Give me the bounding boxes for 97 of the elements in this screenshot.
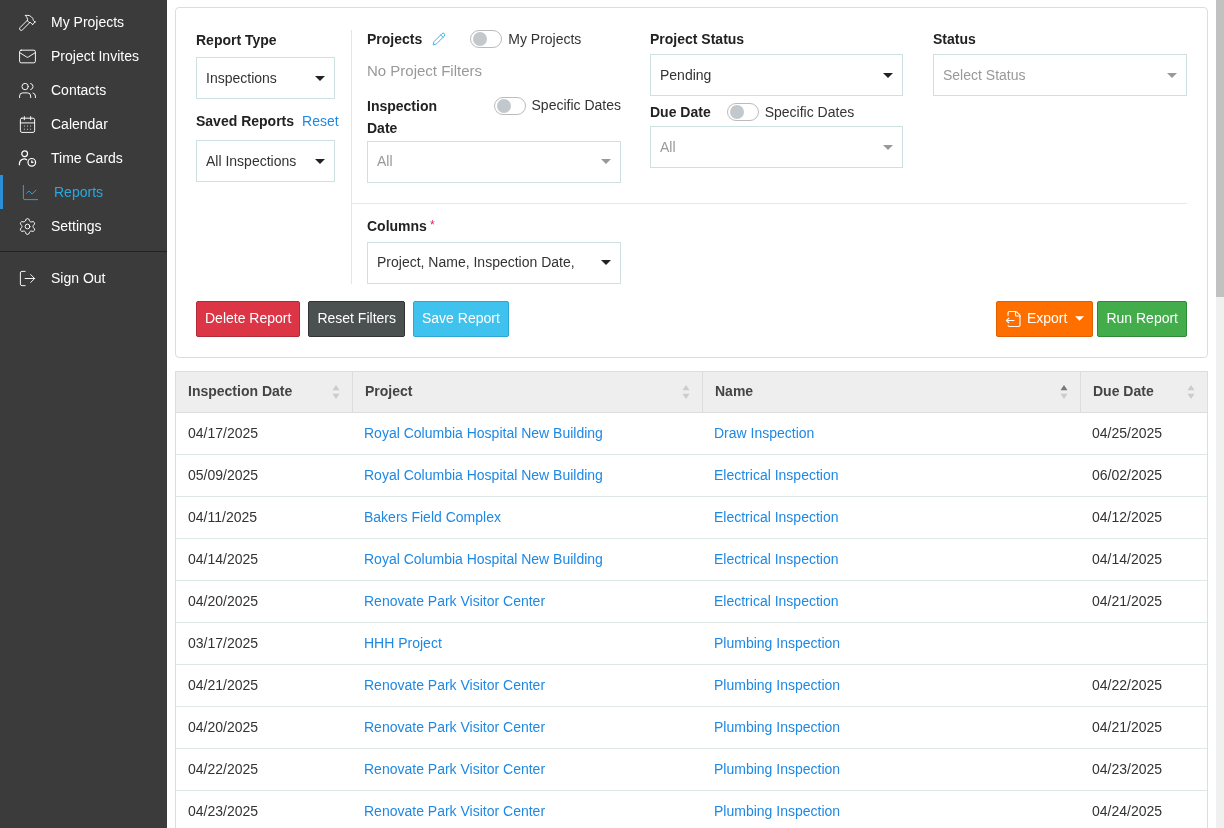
table-link[interactable]: Electrical Inspection — [714, 506, 839, 528]
table-cell-text: 04/21/2025 — [1092, 591, 1163, 611]
export-button[interactable]: Export — [995, 300, 1094, 337]
dropdown-field[interactable]: All Inspections — [196, 140, 335, 182]
table-cell-text: 04/11/2025 — [188, 507, 258, 527]
hammer-icon — [18, 12, 37, 32]
table-cell-text: 06/02/2025 — [1092, 465, 1163, 485]
caret-icon — [1167, 72, 1177, 78]
dropdown-field[interactable]: Project, Name, Inspection Date, — [367, 241, 621, 284]
caret-icon — [601, 260, 611, 265]
column-header[interactable]: Project — [352, 371, 702, 412]
reset-link[interactable]: Reset — [302, 111, 339, 132]
caret-icon — [883, 144, 893, 150]
person-clock-icon — [18, 148, 37, 168]
caret-icon — [1075, 316, 1085, 321]
table-link[interactable]: Royal Columbia Hospital New Building — [364, 422, 603, 444]
table-link[interactable]: Royal Columbia Hospital New Building — [364, 464, 603, 486]
table-cell-text: 04/24/2025 — [1092, 801, 1163, 821]
column-header[interactable]: Inspection Date — [176, 371, 352, 412]
file-export-icon — [1004, 309, 1023, 328]
action-button[interactable]: Save Report — [412, 300, 509, 337]
table-link[interactable]: HHH Project — [364, 632, 442, 654]
sidebar-item[interactable]: Project Invites — [0, 39, 167, 73]
table-cell-text: 04/22/2025 — [1092, 675, 1163, 695]
table-link[interactable]: Renovate Park Visitor Center — [364, 590, 546, 612]
table-link[interactable]: Electrical Inspection — [714, 548, 839, 570]
edit-icon[interactable] — [432, 32, 447, 46]
table-link[interactable]: Plumbing Inspection — [714, 758, 841, 780]
toggle-switch[interactable] — [470, 30, 503, 48]
field-label: Inspection Date — [367, 96, 438, 138]
table-link[interactable]: Electrical Inspection — [714, 464, 839, 486]
sidebar-item[interactable]: Settings — [0, 209, 167, 243]
dropdown-field[interactable]: Select Status — [933, 54, 1187, 96]
dropdown-field[interactable]: All — [367, 140, 621, 183]
table-link[interactable]: Bakers Field Complex — [364, 506, 501, 528]
table-link[interactable]: Renovate Park Visitor Center — [364, 800, 546, 822]
dropdown-field[interactable]: Inspections — [196, 57, 335, 99]
sidebar-item[interactable]: Calendar — [0, 107, 167, 141]
field-label: Saved Reports — [196, 112, 295, 131]
table-cell-text: 04/23/2025 — [1092, 759, 1163, 779]
table-link[interactable]: Draw Inspection — [714, 422, 815, 444]
field-label: Report Type — [196, 31, 278, 50]
column-header[interactable]: Name — [702, 371, 1080, 412]
table-link[interactable]: Plumbing Inspection — [714, 800, 841, 822]
sign-out-icon — [18, 268, 37, 288]
table-cell-text: 04/25/2025 — [1092, 423, 1163, 443]
table-link[interactable]: Royal Columbia Hospital New Building — [364, 548, 603, 570]
toggle-switch[interactable] — [493, 96, 526, 115]
line-chart-icon — [21, 182, 40, 202]
table-cell-text: 04/17/2025 — [188, 423, 259, 443]
table-cell-text: 04/21/2025 — [1092, 717, 1163, 737]
caret-icon — [315, 158, 325, 164]
action-button[interactable]: Delete Report — [196, 300, 301, 337]
column-header[interactable]: Due Date — [1080, 371, 1207, 412]
table-cell-text: 04/23/2025 — [188, 801, 259, 821]
required-mark: * — [429, 216, 435, 234]
settings-icon — [18, 216, 37, 236]
action-button[interactable]: Run Report — [1097, 300, 1187, 337]
table-cell-text: 04/22/2025 — [188, 759, 259, 779]
sidebar-item[interactable]: Contacts — [0, 73, 167, 107]
toggle-label: Specific Dates — [764, 102, 855, 122]
table-cell-text: 04/20/2025 — [188, 717, 259, 737]
action-button[interactable]: Reset Filters — [308, 300, 405, 337]
field-label: Project Status — [650, 30, 746, 48]
table-link[interactable]: Plumbing Inspection — [714, 716, 841, 738]
table-cell-text: 03/17/2025 — [188, 633, 259, 653]
table-link[interactable]: Plumbing Inspection — [714, 632, 841, 654]
table-cell-text: 04/14/2025 — [188, 549, 259, 569]
field-label: Projects — [367, 29, 423, 49]
field-label: Status — [933, 30, 977, 48]
sidebar-item[interactable]: Sign Out — [0, 261, 167, 295]
table-link[interactable]: Electrical Inspection — [714, 590, 839, 612]
dropdown-field[interactable]: All — [650, 126, 903, 168]
sidebar-item[interactable]: My Projects — [0, 5, 167, 39]
caret-icon — [315, 75, 325, 81]
toggle-label: My Projects — [508, 29, 582, 49]
caret-icon — [601, 159, 611, 164]
table-link[interactable]: Renovate Park Visitor Center — [364, 758, 546, 780]
caret-icon — [883, 72, 893, 78]
table-cell-text: 04/21/2025 — [188, 675, 259, 695]
field-label: Columns — [367, 216, 427, 236]
toggle-switch[interactable] — [726, 103, 759, 121]
table-cell-text: 04/12/2025 — [1092, 507, 1163, 527]
dropdown-field[interactable]: Pending — [650, 54, 903, 96]
empty-filter-note: No Project Filters — [367, 61, 484, 81]
table-cell-text: 05/09/2025 — [188, 465, 259, 485]
toggle-label: Specific Dates — [531, 96, 621, 115]
calendar-icon — [18, 114, 37, 134]
table-cell-text: 04/14/2025 — [1092, 549, 1163, 569]
sidebar-item[interactable]: Time Cards — [0, 141, 167, 175]
sidebar-item[interactable]: Reports — [0, 175, 167, 209]
table-cell-text: 04/20/2025 — [188, 591, 259, 611]
table-link[interactable]: Renovate Park Visitor Center — [364, 716, 546, 738]
people-icon — [18, 80, 37, 100]
table-link[interactable]: Plumbing Inspection — [714, 674, 841, 696]
field-label: Due Date — [650, 102, 711, 122]
table-link[interactable]: Renovate Park Visitor Center — [364, 674, 546, 696]
